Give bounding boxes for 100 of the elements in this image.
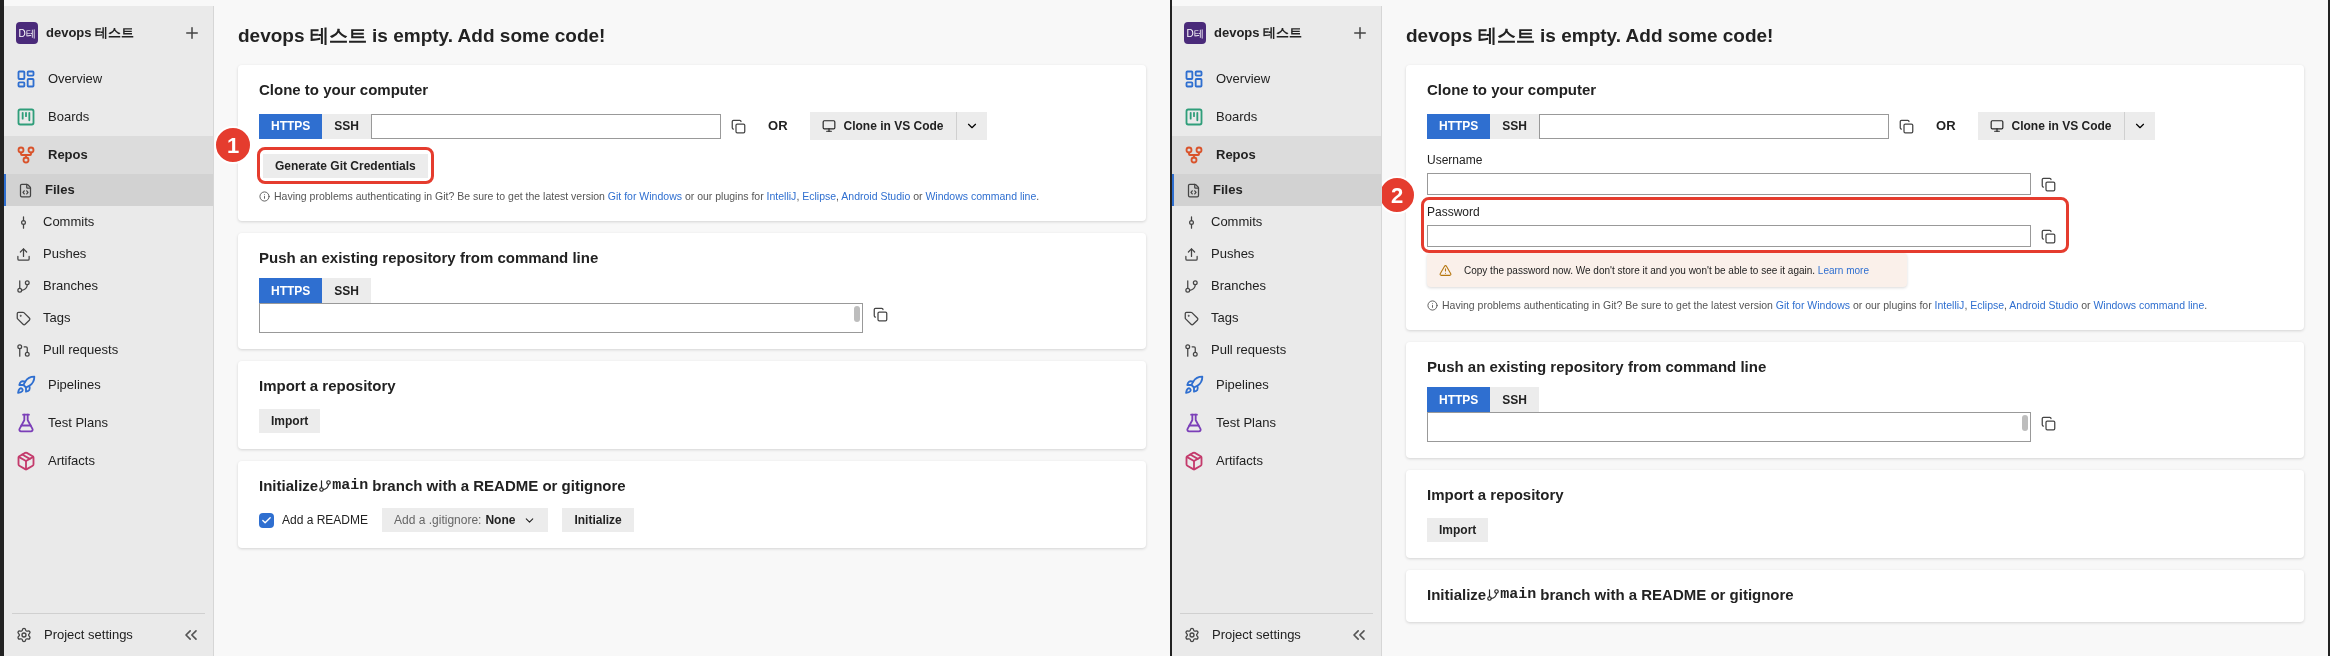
project-name[interactable]: devops 테스트 (46, 23, 175, 43)
tag-icon (1184, 310, 1199, 326)
branch-icon (1184, 278, 1199, 294)
help-link[interactable]: Android Studio (841, 190, 911, 202)
nav-item[interactable]: Boards (4, 98, 213, 136)
project-avatar: D테 (16, 22, 38, 44)
info-icon (259, 191, 270, 203)
clone-vscode-button[interactable]: Clone in VS Code (1977, 112, 2124, 140)
settings-icon (1184, 627, 1200, 643)
dashboard-icon (1184, 69, 1204, 89)
nav-subitem[interactable]: Branches (4, 270, 213, 302)
import-button[interactable]: Import (1427, 517, 1489, 542)
info-icon (1427, 300, 1438, 312)
help-text: Having problems authenticating in Git? Be sure to get the latest version Git for Windows or our plugins for IntelliJ, Eclipse, Android Studio or Windows command line. (274, 189, 1040, 204)
settings-icon (16, 627, 32, 643)
checkbox-label: Add a README (282, 512, 369, 530)
gitignore-dropdown[interactable]: Add a .gitignore: None (382, 508, 549, 533)
copy-icon[interactable] (873, 307, 888, 323)
monitor-icon (1989, 119, 2004, 133)
check-icon (261, 514, 272, 526)
copy-icon[interactable] (2041, 228, 2056, 244)
project-name[interactable]: devops 테스트 (1214, 23, 1343, 43)
clone-vscode-button[interactable]: Clone in VS Code (809, 112, 956, 140)
nav-subitem[interactable]: Pull requests (1172, 334, 1381, 366)
help-link[interactable]: Git for Windows (607, 190, 682, 202)
tab[interactable]: HTTPS (259, 113, 323, 139)
nav-subitem[interactable]: Branches (1172, 270, 1381, 302)
nav-subitem[interactable]: Tags (4, 302, 213, 334)
tab[interactable]: SSH (322, 278, 372, 304)
tab[interactable]: SSH (1490, 387, 1540, 413)
copy-icon[interactable] (2041, 176, 2056, 192)
nav-subitem[interactable]: Commits (4, 206, 213, 238)
nav-item[interactable]: Boards (1172, 98, 1381, 136)
monitor-icon (821, 119, 836, 133)
help-link[interactable]: Android Studio (2009, 299, 2079, 311)
tab[interactable]: SSH (322, 113, 372, 139)
scrollbar-thumb[interactable] (2022, 415, 2028, 432)
branch-icon (1486, 588, 1501, 602)
card-title: Clone to your computer (259, 79, 430, 100)
board-icon (16, 107, 36, 127)
learn-more-link[interactable]: Learn more (1817, 264, 1869, 276)
nav-item[interactable]: Overview (1172, 60, 1381, 98)
help-text: Having problems authenticating in Git? Be sure to get the latest version Git for Windows or our plugins for IntelliJ, Eclipse, Android Studio or Windows command line. (1442, 298, 2208, 313)
tab[interactable]: SSH (1490, 113, 1540, 139)
project-settings-link[interactable]: Project settings (1212, 625, 1337, 645)
step-badge: 2 (1382, 176, 1416, 214)
nav-item[interactable]: Test Plans (4, 404, 213, 442)
add-icon[interactable] (1351, 24, 1369, 42)
card-title: Import a repository (1427, 485, 1565, 506)
command-textarea[interactable] (259, 303, 863, 334)
nav-subitem[interactable]: Tags (1172, 302, 1381, 334)
package-icon (16, 451, 36, 471)
nav-subitem[interactable]: Pull requests (4, 334, 213, 366)
scrollbar-thumb[interactable] (854, 306, 860, 323)
nav-item[interactable]: Repos (1172, 136, 1381, 174)
import-button[interactable]: Import (259, 408, 321, 433)
checkbox[interactable] (259, 512, 274, 528)
nav-item[interactable]: Artifacts (4, 442, 213, 480)
url-field[interactable] (1539, 113, 1890, 139)
card-title: Initialize main branch with a README or gitignore (1427, 584, 1795, 605)
branch-icon (16, 278, 31, 294)
tab[interactable]: HTTPS (259, 278, 323, 304)
tab[interactable]: HTTPS (1427, 387, 1491, 413)
nav-subitem[interactable]: Files (1172, 174, 1381, 206)
nav-item[interactable]: Artifacts (1172, 442, 1381, 480)
page-title: devops 테스트 is empty. Add some code! (238, 24, 607, 48)
tab[interactable]: HTTPS (1427, 113, 1491, 139)
or-label: OR (768, 117, 788, 136)
copy-icon[interactable] (731, 118, 747, 134)
flask-icon (1184, 413, 1204, 433)
tag-icon (16, 310, 31, 326)
nav-item[interactable]: Repos (4, 136, 213, 174)
add-icon[interactable] (183, 24, 201, 42)
nav-subitem[interactable]: Pushes (1172, 238, 1381, 270)
initialize-button[interactable]: Initialize (562, 508, 634, 533)
nav-item[interactable]: Pipelines (4, 366, 213, 404)
url-field[interactable] (371, 113, 722, 139)
text-field[interactable] (1427, 173, 2031, 195)
generate-credentials-button[interactable]: Generate Git Credentials (263, 154, 428, 178)
repo-icon (1184, 145, 1204, 165)
card-title: Import a repository (259, 376, 397, 397)
nav-subitem[interactable]: Commits (1172, 206, 1381, 238)
command-textarea[interactable] (1427, 412, 2031, 443)
help-link[interactable]: Git for Windows (1775, 299, 1850, 311)
board-icon (1184, 107, 1204, 127)
nav-item[interactable]: Pipelines (1172, 366, 1381, 404)
card-title: Initialize main branch with a README or gitignore (259, 475, 627, 496)
project-avatar: D테 (1184, 22, 1206, 44)
copy-icon[interactable] (2041, 416, 2056, 432)
field-label: Username (1427, 152, 1484, 169)
nav-item[interactable]: Overview (4, 60, 213, 98)
nav-subitem[interactable]: Files (4, 174, 213, 206)
copy-icon[interactable] (1899, 118, 1915, 134)
step-badge: 1 (214, 126, 252, 164)
upload-icon (1184, 246, 1199, 262)
pull-request-icon (1184, 342, 1199, 358)
nav-subitem[interactable]: Pushes (4, 238, 213, 270)
nav-item[interactable]: Test Plans (1172, 404, 1381, 442)
text-field[interactable] (1427, 225, 2031, 247)
project-settings-link[interactable]: Project settings (44, 625, 169, 645)
